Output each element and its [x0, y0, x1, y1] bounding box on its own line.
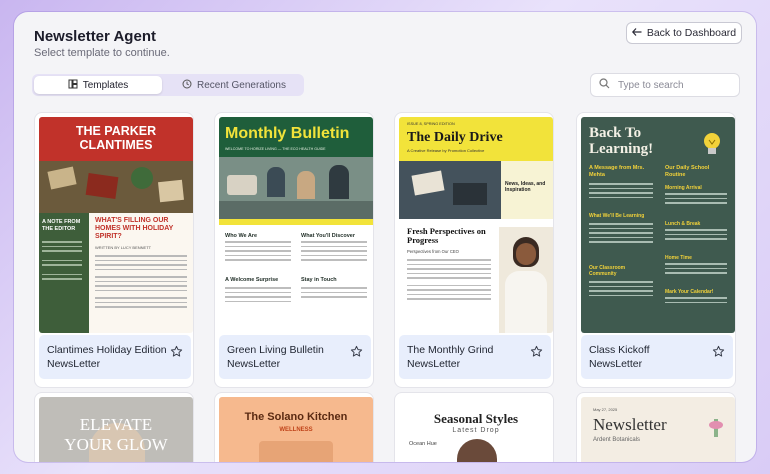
preview-masthead: Back To Learning! [589, 125, 654, 157]
template-card[interactable]: ELEVATE YOUR GLOW [34, 392, 194, 462]
back-to-dashboard-button[interactable]: Back to Dashboard [626, 22, 742, 44]
preview-left-section: What We'll Be Learning [589, 213, 645, 219]
preview-tagline: WELCOME TO HORIZE LIVING — THE ECO HEALT… [225, 147, 326, 151]
template-preview: THE PARKER CLANTIMES A NOTE FROM THE EDI… [39, 117, 193, 333]
template-card[interactable]: Monthly Bulletin WELCOME TO HORIZE LIVIN… [214, 112, 374, 388]
template-type: NewsLetter [407, 358, 461, 370]
template-preview: The Solano Kitchen WELLNESS [219, 397, 373, 462]
templates-icon [68, 79, 78, 92]
star-icon[interactable] [170, 345, 183, 363]
search-input[interactable] [618, 79, 728, 91]
preview-side: News, Ideas, and Inspiration [505, 181, 546, 193]
template-type: NewsLetter [47, 358, 101, 370]
template-card[interactable]: THE PARKER CLANTIMES A NOTE FROM THE EDI… [34, 112, 194, 388]
tab-templates-label: Templates [82, 79, 129, 91]
preview-edition: ISSUE 8, SPRING EDITION [407, 122, 455, 126]
preview-right-section: Home Time [665, 255, 692, 261]
template-name: The Monthly Grind [407, 344, 494, 356]
template-card-footer: Clantimes Holiday Edition NewsLetter [39, 335, 191, 379]
template-preview: ISSUE 8, SPRING EDITION The Daily Drive … [399, 117, 553, 333]
preview-section: What You'll Discover [301, 233, 355, 239]
page-subtitle: Select template to continue. [34, 47, 170, 59]
preview-date: May 27, 2025 [593, 407, 618, 412]
template-card-footer: Class Kickoff NewsLetter [581, 335, 733, 379]
preview-subtitle: Latest Drop [452, 427, 500, 434]
preview-title: The Solano Kitchen [244, 411, 348, 423]
preview-masthead: The Daily Drive [407, 130, 503, 145]
back-to-dashboard-label: Back to Dashboard [646, 27, 737, 39]
template-card-footer: The Monthly Grind NewsLetter [399, 335, 551, 379]
preview-byline: WRITTEN BY LUCY BENNETT [95, 245, 152, 250]
preview-side-heading: A NOTE FROM THE EDITOR [42, 219, 81, 232]
template-name: Clantimes Holiday Edition [47, 344, 167, 356]
template-card[interactable]: ISSUE 8, SPRING EDITION The Daily Drive … [394, 112, 554, 388]
page-title: Newsletter Agent [34, 28, 156, 45]
tab-recent-generations[interactable]: Recent Generations [164, 76, 304, 94]
template-card[interactable]: The Solano Kitchen WELLNESS [214, 392, 374, 462]
preview-left-section: Our Classroom Community [589, 265, 626, 277]
preview-masthead: Monthly Bulletin [225, 125, 350, 142]
preview-tagline: A Creative Release by Promotion Collecti… [407, 148, 485, 153]
preview-right-section: Lunch & Break [665, 221, 701, 227]
template-preview: May 27, 2025 Newsletter Ardent Botanical… [581, 397, 735, 462]
preview-right-title: Our Daily School Routine [665, 165, 710, 178]
preview-masthead: THE PARKER CLANTIMES [75, 124, 157, 152]
app-window: Newsletter Agent Select template to cont… [14, 12, 756, 462]
preview-section: Who We Are [225, 233, 258, 239]
star-icon[interactable] [712, 345, 725, 363]
template-card[interactable]: May 27, 2025 Newsletter Ardent Botanical… [576, 392, 736, 462]
template-card-footer: Green Living Bulletin NewsLetter [219, 335, 371, 379]
preview-subtitle: WELLNESS [279, 427, 313, 433]
tab-templates[interactable]: Templates [34, 76, 162, 94]
preview-right-section: Mark Your Calendar! [665, 289, 714, 295]
template-card[interactable]: Back To Learning! A Message from Mrs. Me… [576, 112, 736, 388]
arrow-left-icon [631, 27, 642, 39]
lightbulb-icon [701, 131, 723, 164]
template-type: NewsLetter [227, 358, 281, 370]
preview-section: Stay in Touch [301, 277, 337, 283]
template-preview: Back To Learning! A Message from Mrs. Me… [581, 117, 735, 333]
preview-subtitle: Ardent Botanicals [593, 437, 641, 443]
preview-text: ELEVATE [79, 415, 153, 434]
star-icon[interactable] [350, 345, 363, 363]
view-tabs: Templates Recent Generations [32, 74, 304, 96]
search-icon [599, 76, 610, 94]
preview-left-title: A Message from Mrs. Mehta [589, 165, 645, 178]
template-card[interactable]: Seasonal Styles Latest Drop Ocean Hue [394, 392, 554, 462]
preview-headline: Fresh Perspectives on Progress [407, 226, 486, 245]
template-type: NewsLetter [589, 358, 643, 370]
preview-title: Newsletter [593, 415, 667, 434]
preview-subhead: Perspectives from Our CEO [407, 249, 459, 254]
search-box [590, 73, 740, 97]
preview-right-section: Morning Arrival [665, 185, 702, 191]
history-icon [182, 79, 192, 92]
preview-title: Seasonal Styles [433, 411, 519, 426]
tab-recent-generations-label: Recent Generations [197, 79, 286, 91]
preview-section: A Welcome Surprise [225, 277, 279, 283]
preview-headline: WHAT'S FILLING OUR HOMES WITH HOLIDAY SP… [95, 217, 174, 240]
preview-caption: Ocean Hue [409, 441, 437, 447]
template-name: Green Living Bulletin [227, 344, 324, 356]
star-icon[interactable] [530, 345, 543, 363]
template-name: Class Kickoff [589, 344, 650, 356]
template-preview: ELEVATE YOUR GLOW [39, 397, 193, 462]
template-preview: Monthly Bulletin WELCOME TO HORIZE LIVIN… [219, 117, 373, 333]
template-preview: Seasonal Styles Latest Drop Ocean Hue [399, 397, 553, 462]
preview-text: YOUR GLOW [64, 435, 168, 454]
